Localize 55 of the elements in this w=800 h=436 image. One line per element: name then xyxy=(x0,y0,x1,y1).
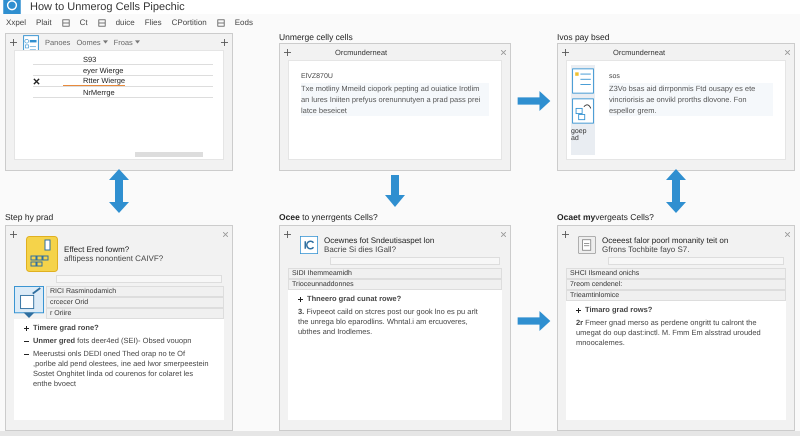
diagram-icon xyxy=(571,98,595,124)
plus-icon[interactable] xyxy=(221,38,228,46)
close-icon[interactable] xyxy=(785,50,790,54)
dash-bullet-icon xyxy=(24,352,29,357)
double-arrow xyxy=(109,169,129,213)
caret-icon xyxy=(134,40,140,44)
card-subtitle: Gfrons Tochbite fayo S7. xyxy=(602,245,690,254)
card-title: Ocewnes fot Sndeutisaspet lon xyxy=(324,236,434,245)
plus-icon[interactable] xyxy=(562,48,569,56)
card-title: Oceeest falor poorl monanity teit on xyxy=(602,236,728,245)
right-arrow xyxy=(517,91,551,111)
plus-icon[interactable] xyxy=(284,230,291,238)
right-arrow xyxy=(517,311,551,331)
input-field[interactable] xyxy=(330,257,500,265)
menu-item[interactable]: duice xyxy=(116,18,135,27)
plus-bullet-icon xyxy=(24,326,29,331)
plus-icon[interactable] xyxy=(10,38,17,46)
plus-bullet-icon xyxy=(576,308,581,313)
document-icon xyxy=(571,68,595,94)
cross-mark-icon xyxy=(33,78,40,84)
card-subtitle: afltipess nonontient CAIVF? xyxy=(64,254,164,263)
input-field[interactable] xyxy=(608,257,784,265)
menu-item[interactable]: Flies xyxy=(144,18,162,27)
step-heading: Step hy prad xyxy=(5,211,54,223)
logo-icon xyxy=(300,236,318,254)
step-heading: Ocee to ynerrgents Cells? xyxy=(279,211,379,223)
plus-icon[interactable] xyxy=(284,48,291,56)
square-icon[interactable] xyxy=(62,18,70,26)
plus-bullet-icon xyxy=(298,297,303,302)
close-icon[interactable] xyxy=(785,232,790,236)
menu-item[interactable]: CPortition xyxy=(172,18,207,27)
double-arrow xyxy=(666,169,686,213)
close-icon[interactable] xyxy=(223,232,228,236)
step-heading: Unmerge celly cells xyxy=(279,31,354,43)
document-icon xyxy=(578,236,596,254)
plus-icon[interactable] xyxy=(10,230,17,238)
dash-bullet-icon xyxy=(24,339,29,344)
menu-item[interactable]: Xxpel xyxy=(6,18,26,27)
menu-item[interactable]: Eods xyxy=(234,18,253,27)
input-field[interactable] xyxy=(56,275,222,283)
step-heading: Ivos pay bsed xyxy=(557,31,610,43)
caret-icon xyxy=(102,40,108,44)
square-icon[interactable] xyxy=(216,18,225,26)
square-icon[interactable] xyxy=(98,18,106,26)
card-subtitle: Bacrie Si dies IGall? xyxy=(324,245,398,254)
plus-icon[interactable] xyxy=(562,230,569,238)
down-arrow xyxy=(385,175,405,207)
calculator-icon xyxy=(26,236,58,272)
menu-item[interactable]: Ct xyxy=(80,18,88,27)
menu-item[interactable]: Plait xyxy=(36,18,52,27)
card-title: Effect Ered fowm? xyxy=(64,245,130,254)
step-heading: Ocaet myvergeats Cells? xyxy=(557,211,655,223)
close-icon[interactable] xyxy=(501,50,506,54)
close-icon[interactable] xyxy=(501,232,506,236)
page-title: How to Unmerog Cells Pipechic xyxy=(30,1,185,13)
